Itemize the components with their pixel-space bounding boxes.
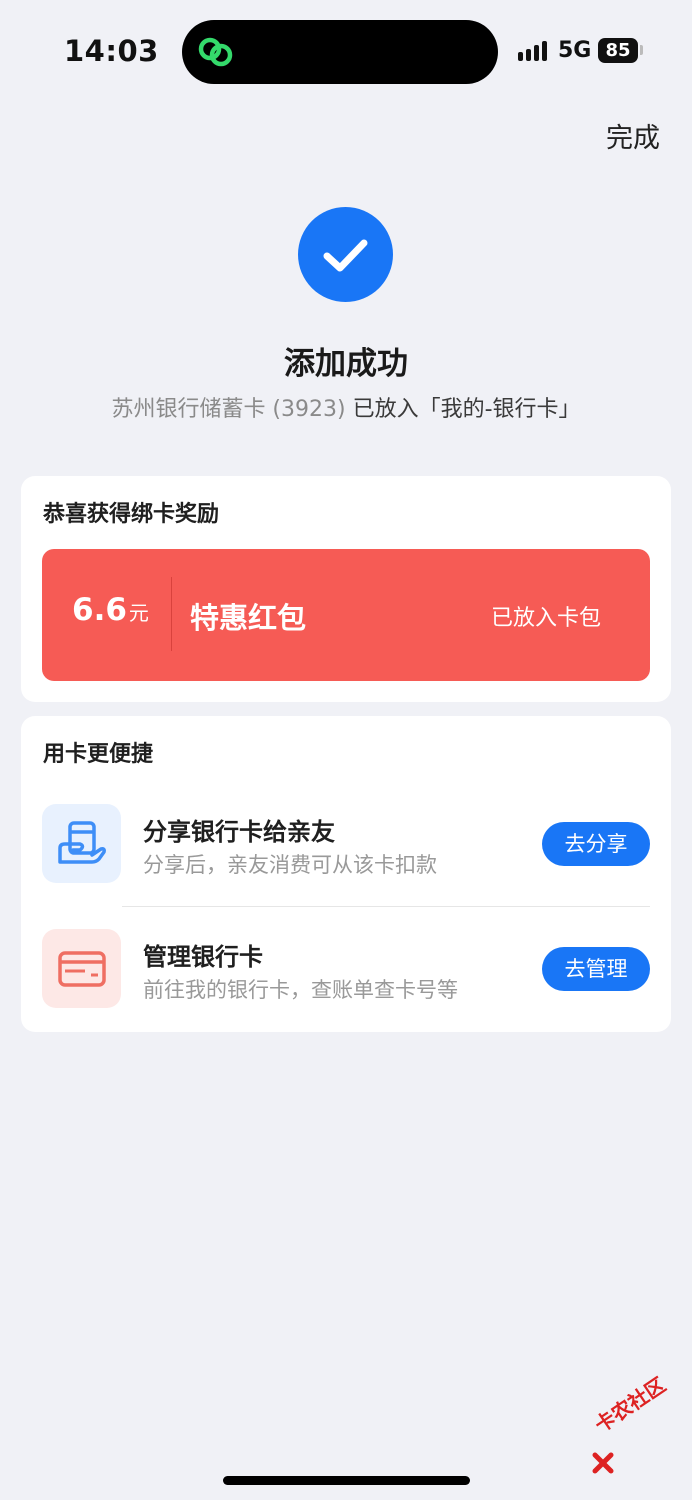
manage-card-desc: 前往我的银行卡，查账单查卡号等 (143, 978, 458, 1002)
share-card-title: 分享银行卡给亲友 (143, 818, 335, 846)
hand-card-icon (42, 804, 121, 883)
battery-icon: 85 (598, 38, 638, 63)
battery-tip (640, 45, 643, 55)
card-name: 苏州银行储蓄卡 (3923) (111, 397, 346, 422)
success-subtitle: 苏州银行储蓄卡 (3923) 已放入「我的-银行卡」 (0, 391, 692, 423)
coupon-status: 已放入卡包 (491, 606, 602, 631)
share-card-desc: 分享后，亲友消费可从该卡扣款 (143, 853, 437, 877)
signal-icon (518, 40, 552, 64)
reward-section-title: 恭喜获得绑卡奖励 (43, 502, 220, 527)
features-section-title: 用卡更便捷 (43, 742, 154, 767)
feature-divider (122, 906, 650, 907)
home-indicator[interactable] (223, 1476, 470, 1485)
success-title: 添加成功 (284, 346, 408, 382)
status-time: 14:03 (64, 34, 159, 68)
amount-unit: 元 (128, 601, 149, 625)
watermark-logo-icon (592, 1452, 614, 1474)
done-button[interactable]: 完成 (606, 116, 660, 155)
manage-card-title: 管理银行卡 (143, 943, 263, 971)
placed-text: 已放入「我的-银行卡」 (352, 397, 581, 422)
reward-amount: 6.6 元 (72, 592, 149, 628)
bank-card-icon (42, 929, 121, 1008)
network-label: 5G (558, 38, 592, 63)
manage-button[interactable]: 去管理 (542, 947, 650, 991)
amount-value: 6.6 (72, 592, 127, 628)
link-icon (196, 34, 236, 70)
coupon-label: 特惠红包 (190, 601, 307, 635)
share-button[interactable]: 去分享 (542, 822, 650, 866)
success-check-icon (298, 207, 393, 302)
watermark-text: 卡农社区 (590, 1372, 670, 1438)
coupon-divider (171, 577, 172, 651)
